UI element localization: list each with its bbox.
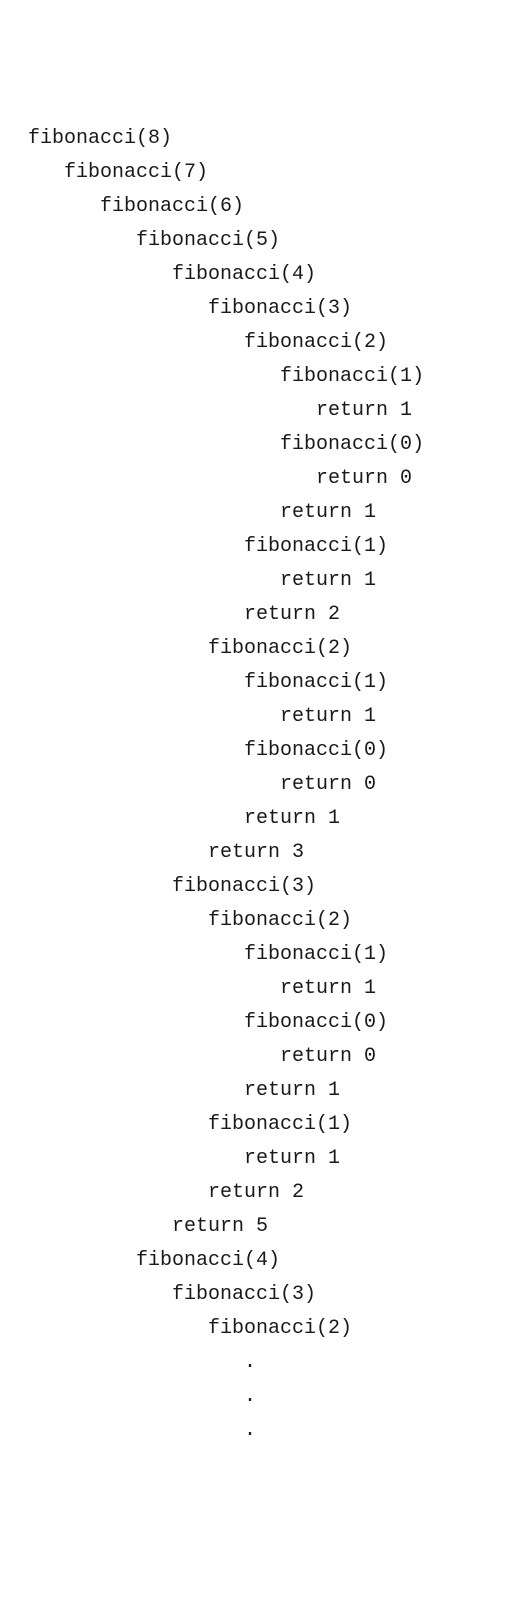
trace-line: return 1 [28,1142,508,1176]
trace-line: . [28,1380,508,1414]
trace-line: fibonacci(3) [28,870,508,904]
trace-line: return 1 [28,394,508,428]
trace-line: fibonacci(0) [28,734,508,768]
trace-line: fibonacci(1) [28,938,508,972]
trace-line: return 0 [28,1040,508,1074]
trace-line: return 0 [28,462,508,496]
trace-line: fibonacci(6) [28,190,508,224]
trace-line: return 1 [28,1074,508,1108]
trace-line: fibonacci(3) [28,292,508,326]
trace-line: return 2 [28,598,508,632]
fibonacci-trace: fibonacci(8) fibonacci(7) fibonacci(6) f… [28,122,508,1448]
trace-line: fibonacci(7) [28,156,508,190]
trace-line: fibonacci(2) [28,632,508,666]
trace-line: return 1 [28,972,508,1006]
trace-line: fibonacci(1) [28,1108,508,1142]
trace-line: fibonacci(0) [28,1006,508,1040]
trace-line: return 2 [28,1176,508,1210]
trace-line: return 1 [28,496,508,530]
trace-line: . [28,1346,508,1380]
trace-line: fibonacci(4) [28,258,508,292]
trace-line: fibonacci(5) [28,224,508,258]
trace-line: fibonacci(3) [28,1278,508,1312]
trace-line: fibonacci(1) [28,530,508,564]
trace-line: fibonacci(2) [28,1312,508,1346]
trace-line: fibonacci(2) [28,326,508,360]
trace-line: fibonacci(2) [28,904,508,938]
trace-line: . [28,1414,508,1448]
trace-line: fibonacci(1) [28,666,508,700]
trace-line: return 3 [28,836,508,870]
trace-line: return 0 [28,768,508,802]
trace-line: fibonacci(4) [28,1244,508,1278]
trace-line: return 1 [28,564,508,598]
trace-line: fibonacci(0) [28,428,508,462]
trace-line: return 1 [28,700,508,734]
trace-line: return 1 [28,802,508,836]
trace-line: fibonacci(8) [28,122,508,156]
trace-line: return 5 [28,1210,508,1244]
trace-line: fibonacci(1) [28,360,508,394]
